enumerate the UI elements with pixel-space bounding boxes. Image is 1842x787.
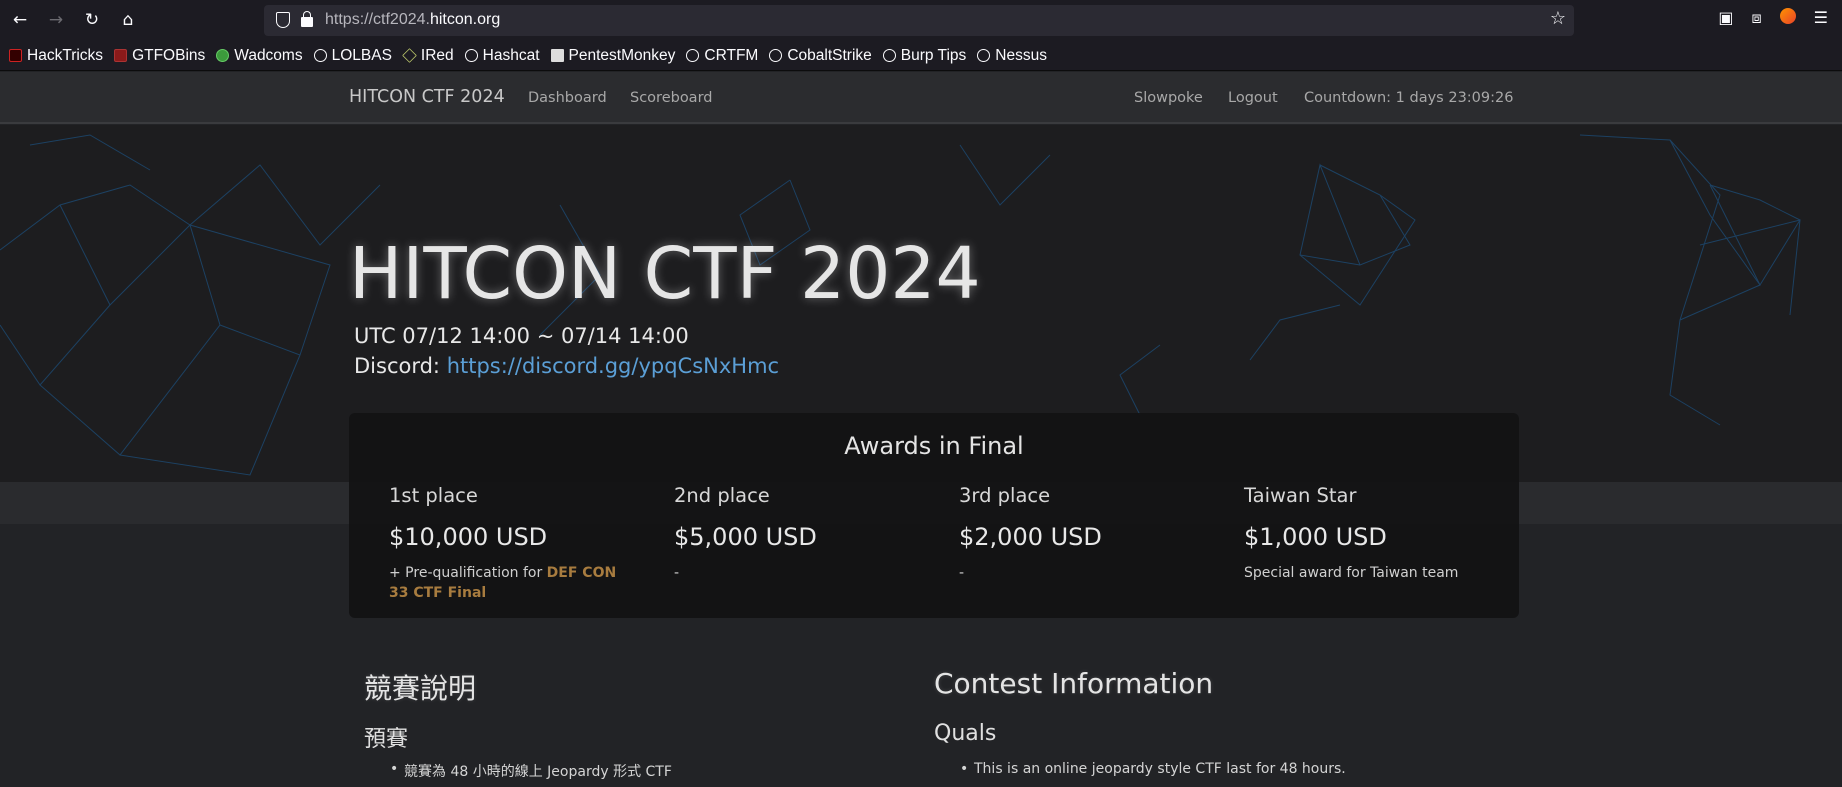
bookmark-crtfm[interactable]: CRTFM [686,47,758,65]
pentestmonkey-icon [550,49,564,62]
extensions-icon[interactable]: ⧈ [1751,8,1761,28]
event-date: UTC 07/12 14:00 ~ 07/14 14:00 [354,324,689,348]
url-text[interactable]: https://ctf2024.hitcon.org [325,11,500,29]
globe-icon [882,49,896,62]
award-amount: $2,000 USD [959,523,1102,551]
pocket-icon[interactable]: ▣ [1718,8,1733,28]
bookmark-hacktricks[interactable]: HackTricks [9,47,103,65]
award-note: Special award for Taiwan team [1244,565,1459,581]
back-icon[interactable]: ← [7,7,33,33]
globe-icon [977,49,991,62]
bookmark-pentestmonkey[interactable]: PentestMonkey [550,47,675,65]
address-bar[interactable]: https://ctf2024.hitcon.org ☆ [264,5,1574,36]
bookmark-lolbas[interactable]: LOLBAS [313,47,392,65]
nav-user[interactable]: Slowpoke [1134,90,1203,106]
bookmark-gtfobins[interactable]: GTFOBins [114,47,205,65]
bookmark-ired[interactable]: IRed [402,47,454,65]
browser-toolbar: ← → ↻ ⌂ https://ctf2024.hitcon.org ☆ ▣ ⧈… [0,0,1842,41]
award-amount: $10,000 USD [389,523,548,551]
globe-icon [769,49,783,62]
award-amount: $1,000 USD [1244,523,1387,551]
reload-icon[interactable]: ↻ [79,7,105,33]
zh-contest-heading: 競賽說明 [364,672,477,705]
site-brand[interactable]: HITCON CTF 2024 [349,87,505,107]
globe-icon [686,49,700,62]
discord-link[interactable]: https://discord.gg/ypqCsNxHmc [447,354,779,378]
award-place: 2nd place [674,484,770,507]
menu-icon[interactable]: ☰ [1814,8,1828,28]
globe-icon [313,49,327,62]
award-place: 3rd place [959,484,1051,507]
firefox-account-icon[interactable] [1779,8,1796,24]
bookmark-cobaltstrike[interactable]: CobaltStrike [769,47,872,65]
en-contest-heading: Contest Information [934,667,1214,700]
bookmark-wadcoms[interactable]: Wadcoms [216,47,303,65]
home-icon[interactable]: ⌂ [115,7,141,33]
lock-icon[interactable] [301,11,313,27]
nav-dashboard[interactable]: Dashboard [528,90,607,106]
tracking-protection-icon[interactable] [276,12,290,28]
award-note: - [959,565,965,581]
award-note: + Pre-qualification for DEF CON 33 CTF F… [389,565,617,601]
awards-panel: Awards in Final 1st place $10,000 USD + … [349,413,1519,618]
site-navbar: HITCON CTF 2024 Dashboard Scoreboard Slo… [0,72,1842,124]
hacktricks-icon [9,49,22,62]
en-quals-heading: Quals [934,721,997,746]
bookmark-hashcat[interactable]: Hashcat [464,47,540,65]
award-third: 3rd place $2,000 USD - [959,484,1199,583]
bookmarks-bar: HackTricks GTFOBins Wadcoms LOLBAS IRed … [0,41,1842,71]
forward-icon[interactable]: → [43,7,69,33]
wadcoms-icon [216,49,230,62]
zh-quals-heading: 預賽 [364,727,409,752]
toolbar-right: ▣ ⧈ ☰ [1718,8,1828,28]
award-place: 1st place [389,484,478,507]
gtfobins-icon [114,49,128,62]
award-first: 1st place $10,000 USD + Pre-qualificatio… [389,484,629,603]
nav-logout[interactable]: Logout [1228,90,1278,106]
bookmark-burp-tips[interactable]: Burp Tips [882,47,966,65]
bookmark-star-icon[interactable]: ☆ [1550,8,1566,29]
bookmark-nessus[interactable]: Nessus [977,47,1047,65]
award-second: 2nd place $5,000 USD - [674,484,914,583]
awards-title: Awards in Final [844,432,1024,460]
award-place: Taiwan Star [1244,484,1357,507]
award-amount: $5,000 USD [674,523,817,551]
en-bullet: This is an online jeopardy style CTF las… [960,761,1346,777]
award-taiwan-star: Taiwan Star $1,000 USD Special award for… [1244,484,1484,583]
page-title: HITCON CTF 2024 [349,232,981,315]
zh-bullet: 競賽為 48 小時的線上 Jeopardy 形式 CTF [390,761,672,781]
award-note: - [674,565,680,581]
nav-countdown: Countdown: 1 days 23:09:26 [1304,90,1514,106]
discord-line: Discord: https://discord.gg/ypqCsNxHmc [354,354,780,378]
globe-icon [464,49,478,62]
ired-icon [402,48,417,63]
nav-scoreboard[interactable]: Scoreboard [630,90,712,106]
